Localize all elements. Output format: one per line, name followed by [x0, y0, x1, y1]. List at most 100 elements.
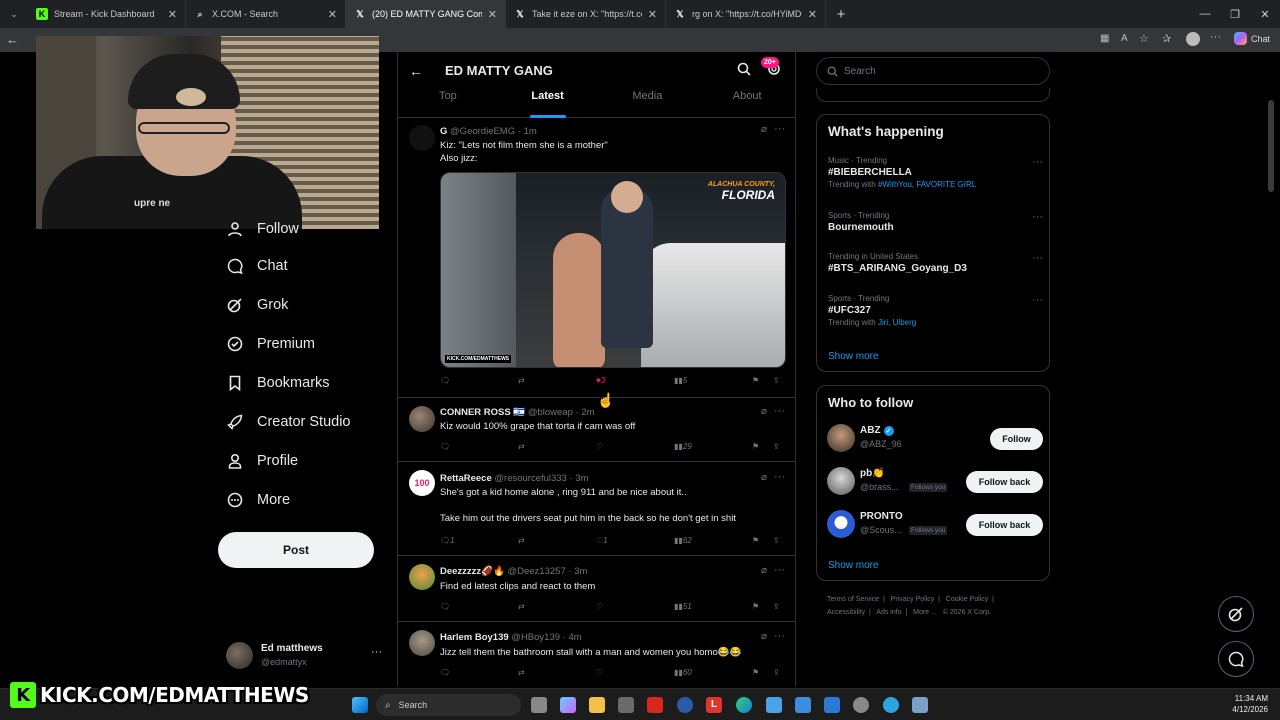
more-icon[interactable]: ··· — [774, 471, 785, 483]
views-button[interactable]: ▮▮ 62 — [674, 536, 692, 545]
task-view-icon[interactable] — [531, 697, 547, 713]
sidebar-item-grok[interactable]: Grok — [218, 296, 288, 314]
close-icon[interactable]: ✕ — [168, 8, 177, 21]
back-arrow-icon[interactable]: ← — [6, 32, 19, 47]
search-icon[interactable] — [737, 62, 751, 81]
like-button[interactable]: ♡ 1 — [596, 536, 608, 545]
footer-link[interactable]: Privacy Policy — [891, 596, 935, 603]
more-icon[interactable]: ··· — [774, 564, 785, 576]
like-button[interactable]: ♡ — [596, 442, 603, 451]
tab-media[interactable]: Media — [598, 90, 698, 118]
tweet-author[interactable]: Deezzzzz🏈🔥 — [440, 566, 505, 577]
views-button[interactable]: ▮▮ 5 — [674, 376, 687, 385]
footer-link[interactable]: Cookie Policy — [946, 596, 988, 603]
share-icon[interactable]: ⇪ — [773, 668, 780, 677]
favorites-icon[interactable]: ✰ — [1162, 32, 1171, 45]
footer-link[interactable]: Ads info — [876, 609, 901, 616]
more-icon[interactable]: ··· — [774, 405, 785, 417]
taskbar-clock[interactable]: 11:34 AM 4/12/2026 — [1232, 693, 1268, 715]
reply-button[interactable]: 🗨 — [440, 602, 450, 611]
windows-start-icon[interactable] — [352, 697, 368, 713]
tweet[interactable]: 100 RettaReece @resourceful333 · 3m ⌀ ··… — [398, 462, 795, 556]
tweet-author[interactable]: Harlem Boy139 — [440, 632, 509, 643]
browser-tab[interactable]: 𝕏 rg on X: "https://t.co/HYiMDCNS ✕ — [666, 0, 826, 28]
tweet[interactable]: Harlem Boy139 @HBoy139 · 4m ⌀ ··· Jizz t… — [398, 622, 795, 686]
share-icon[interactable]: ⇪ — [773, 376, 780, 385]
read-aloud-icon[interactable]: A — [1121, 33, 1128, 44]
sidebar-item-more[interactable]: More — [218, 491, 290, 509]
tweet-handle[interactable]: @HBoy139 — [511, 632, 560, 643]
file-explorer-icon[interactable] — [589, 697, 605, 713]
app-icon[interactable] — [677, 697, 693, 713]
close-window-icon[interactable]: ✕ — [1250, 0, 1280, 28]
settings-more-icon[interactable]: ··· — [1210, 31, 1221, 43]
trend-item[interactable]: Sports · Trending #UFC327 Trending with … — [828, 294, 1043, 327]
repost-button[interactable]: ⇄ — [518, 668, 525, 677]
more-icon[interactable]: ··· — [371, 646, 382, 658]
more-icon[interactable]: ··· — [1032, 211, 1043, 223]
more-icon[interactable]: ··· — [1032, 252, 1043, 264]
browser-tab[interactable]: ⌕ X.COM - Search ✕ — [186, 0, 346, 28]
bookmark-icon[interactable]: ⚑ — [752, 442, 759, 451]
close-icon[interactable]: ✕ — [328, 8, 337, 21]
browser-tab[interactable]: 𝕏 Take it eze on X: "https://t.co/NM ✕ — [506, 0, 666, 28]
like-button[interactable]: ♡ — [596, 668, 603, 677]
show-more-link[interactable]: Show more — [828, 560, 879, 571]
grok-icon[interactable]: ⌀ — [761, 406, 767, 417]
chat-float-button[interactable] — [1218, 641, 1254, 677]
avatar[interactable] — [409, 125, 435, 151]
trend-item[interactable]: Sports · Trending Bournemouth ··· — [828, 211, 1043, 233]
grok-float-button[interactable] — [1218, 596, 1254, 632]
sidebar-item-profile[interactable]: Profile — [218, 452, 298, 470]
edge-icon[interactable] — [736, 697, 752, 713]
notepad-icon[interactable] — [824, 697, 840, 713]
store-icon[interactable] — [618, 697, 634, 713]
new-tab-button[interactable]: + — [826, 0, 856, 28]
trend-sub-links[interactable]: Jiri, Ulberg — [878, 318, 916, 327]
copilot-button[interactable]: Chat — [1234, 32, 1270, 45]
search-input[interactable]: Search — [816, 57, 1050, 85]
grok-icon[interactable]: ⌀ — [761, 124, 767, 135]
reply-button[interactable]: 🗨 — [440, 668, 450, 677]
avatar[interactable] — [827, 424, 855, 452]
sidebar-item-creator-studio[interactable]: Creator Studio — [218, 413, 351, 431]
footer-link[interactable]: More ... — [913, 609, 937, 616]
tab-list-icon[interactable]: ⌄ — [0, 0, 28, 28]
widgets-icon[interactable] — [560, 697, 576, 713]
tab-actions-icon[interactable]: ▦ — [1100, 33, 1109, 44]
repost-button[interactable]: ⇄ — [518, 442, 525, 451]
tab-about[interactable]: About — [697, 90, 795, 118]
like-button[interactable]: ♥ 3 — [596, 376, 605, 385]
follow-button[interactable]: Follow — [990, 428, 1043, 450]
share-icon[interactable]: ⇪ — [773, 602, 780, 611]
grok-icon[interactable]: ⌀ — [761, 565, 767, 576]
tweet-image[interactable]: ALACHUA COUNTY, FLORIDA KICK.COM/EDMATTH… — [440, 172, 786, 368]
share-icon[interactable]: ⇪ — [773, 442, 780, 451]
avatar[interactable] — [827, 510, 855, 538]
tweet[interactable]: G @GeordieEMG · 1m ⌀ ··· Kiz: "Lets not … — [398, 119, 795, 398]
tweet[interactable]: Deezzzzz🏈🔥 @Deez13257 · 3m ⌀ ··· Find ed… — [398, 556, 795, 622]
tweet-handle[interactable]: @Deez13257 — [507, 566, 565, 577]
bookmark-icon[interactable]: ⚑ — [752, 536, 759, 545]
footer-link[interactable]: Accessibility — [827, 609, 865, 616]
sidebar-item-follow[interactable]: Follow — [218, 220, 299, 238]
follow-suggestion[interactable]: pb👏 @brass... Follows you Follow back — [827, 465, 1043, 499]
bookmark-icon[interactable]: ⚑ — [752, 668, 759, 677]
tweet-author[interactable]: G — [440, 126, 447, 137]
trend-item[interactable]: Trending in United States #BTS_ARIRANG_G… — [828, 252, 1043, 274]
tweet-handle[interactable]: @resourceful333 — [494, 473, 567, 484]
sidebar-item-chat[interactable]: Chat — [218, 257, 288, 275]
views-button[interactable]: ▮▮ 60 — [674, 668, 692, 677]
avatar[interactable] — [409, 630, 435, 656]
footer-link[interactable]: Terms of Service — [827, 596, 879, 603]
follow-suggestion[interactable]: PRONTO @Scous... Follows you Follow back — [827, 508, 1043, 542]
like-button[interactable]: ♡ — [596, 602, 603, 611]
mail-icon[interactable] — [766, 697, 782, 713]
tweet-handle[interactable]: @GeordieEMG — [450, 126, 515, 137]
profile-avatar-icon[interactable] — [1186, 32, 1200, 46]
more-icon[interactable]: ··· — [1032, 156, 1043, 168]
antivirus-icon[interactable] — [647, 697, 663, 713]
sidebar-item-premium[interactable]: Premium — [218, 335, 315, 353]
browser-tab[interactable]: K Stream - Kick Dashboard ✕ — [28, 0, 186, 28]
taskbar-search[interactable]: ⌕ Search — [376, 694, 521, 716]
